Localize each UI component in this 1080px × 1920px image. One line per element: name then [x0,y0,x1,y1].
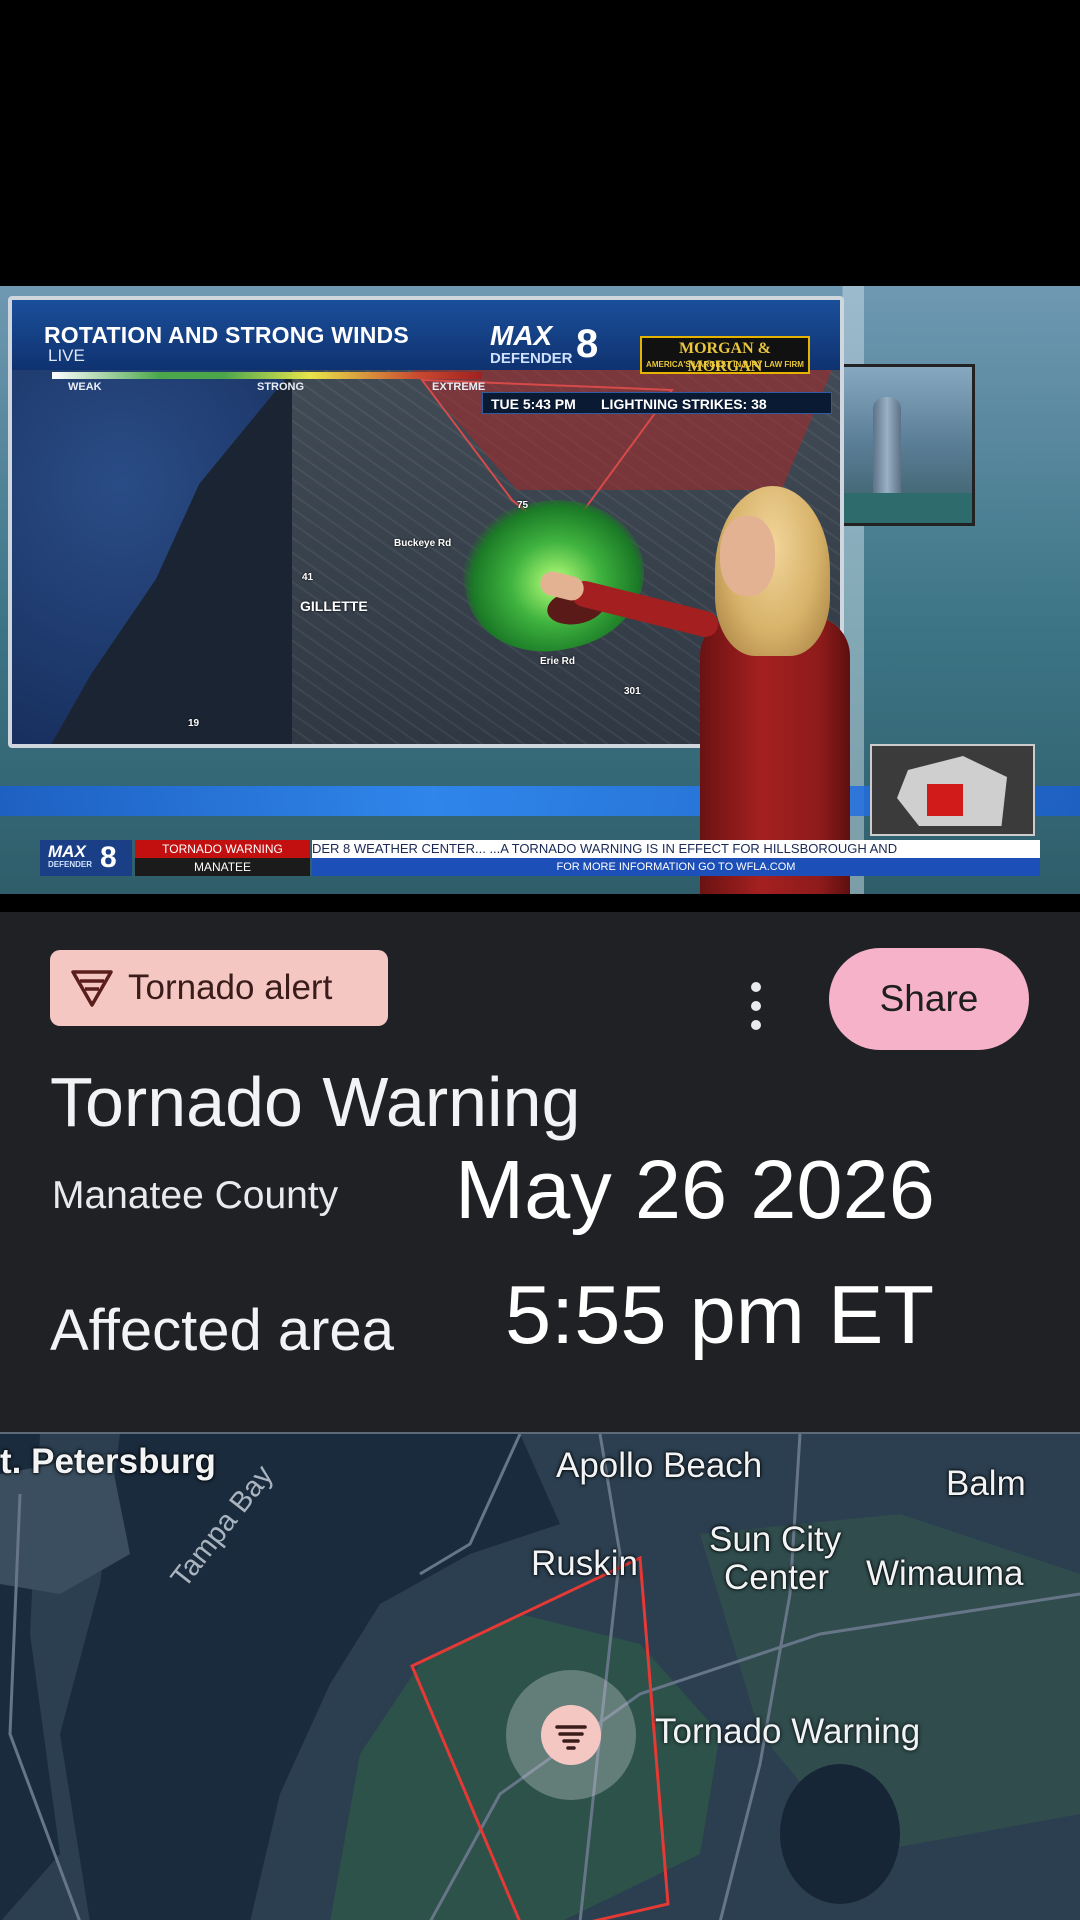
alert-title: Tornado Warning [50,1063,581,1141]
map-label-gillette: GILLETTE [300,598,368,614]
lt-logo-defender: DEFENDER [48,860,93,869]
map-label-buckeye: Buckeye Rd [394,538,452,549]
presenter-face [720,516,775,596]
graphic-title: ROTATION AND STRONG WINDS [44,322,409,348]
max-defender-logo: MAX DEFENDER 8 [480,320,610,372]
tornado-icon [555,1725,587,1750]
inset-locator-map [870,744,1035,836]
map-label-route-19: 19 [188,718,200,729]
alert-card: Tornado alert Share Tornado Warning Mana… [0,912,1080,1432]
lightning-strikes: LIGHTNING STRIKES: 38 [601,396,767,412]
broadcast-time: TUE 5:43 PM [491,396,576,412]
tornado-icon [71,970,113,1007]
scale-strong-label: STRONG [257,381,305,393]
map-city-wimauma: Wimauma [866,1554,1024,1593]
lower-third-warning-box: TORNADO WARNING MANATEE [135,840,310,876]
alert-chip-label: Tornado alert [128,968,333,1007]
lt-warning-county: MANATEE [135,858,310,876]
map-city-sun-city-center: Center [724,1558,830,1597]
lt-logo-number: 8 [100,841,117,874]
lower-third: MAX DEFENDER 8 TORNADO WARNING MANATEE D… [40,840,1040,880]
time-caption-overlay: 5:55 pm ET [505,1268,935,1361]
meteorologist-presenter [537,486,860,894]
rotation-scale: WEAK STRONG EXTREME [52,372,486,393]
time-lightning-box: TUE 5:43 PM LIGHTNING STRIKES: 38 [482,392,832,414]
map-city-ruskin: Ruskin [531,1544,638,1583]
scale-weak-label: WEAK [68,381,102,393]
map-city-balm: Balm [946,1464,1026,1503]
map-city-apollo-beach: Apollo Beach [556,1446,763,1485]
logo-max-text: MAX [490,320,553,351]
alert-county: Manatee County [52,1174,339,1217]
marker-dot [541,1705,601,1765]
live-label: LIVE [48,346,85,365]
date-caption-overlay: May 26 2026 [455,1143,935,1236]
sponsor-tagline: AMERICA'S LARGEST INJURY LAW FIRM [646,360,804,369]
marker-label: Tornado Warning [655,1712,921,1751]
lower-third-logo: MAX DEFENDER 8 [40,840,132,876]
map-city-sun-city: Sun City [709,1520,842,1559]
tornado-warning-marker[interactable] [506,1670,636,1800]
ticker-info-line: FOR MORE INFORMATION GO TO WFLA.COM [312,858,1040,876]
lt-warning-type: TORNADO WARNING [135,840,310,858]
tornado-alert-chip: Tornado alert [50,950,388,1026]
sponsor-name: MORGAN & MORGAN [679,340,771,375]
map-label-route-41: 41 [302,572,314,583]
map-label-route-75: 75 [517,500,529,511]
more-options-icon[interactable] [742,982,770,1030]
broadcast-video-frame: GILLETTE Buckeye Rd Erie Rd 41 19 301 75… [0,286,1080,894]
inset-warning-county [927,784,963,816]
logo-number: 8 [576,322,599,366]
news-ticker: DER 8 WEATHER CENTER... ...A TORNADO WAR… [312,840,1040,858]
map-label-erie: Erie Rd [540,656,576,667]
share-button[interactable]: Share [829,948,1029,1050]
scale-extreme-label: EXTREME [432,381,486,393]
lt-logo-max: MAX [48,842,86,861]
affected-area-heading: Affected area [50,1298,394,1363]
rotation-scale-bar [52,372,482,379]
map-city-st-petersburg: t. Petersburg [0,1442,216,1481]
logo-defender-text: DEFENDER [490,350,573,367]
sponsor-logo: MORGAN & MORGAN AMERICA'S LARGEST INJURY… [640,336,810,375]
map-label-route-301: 301 [624,686,641,697]
